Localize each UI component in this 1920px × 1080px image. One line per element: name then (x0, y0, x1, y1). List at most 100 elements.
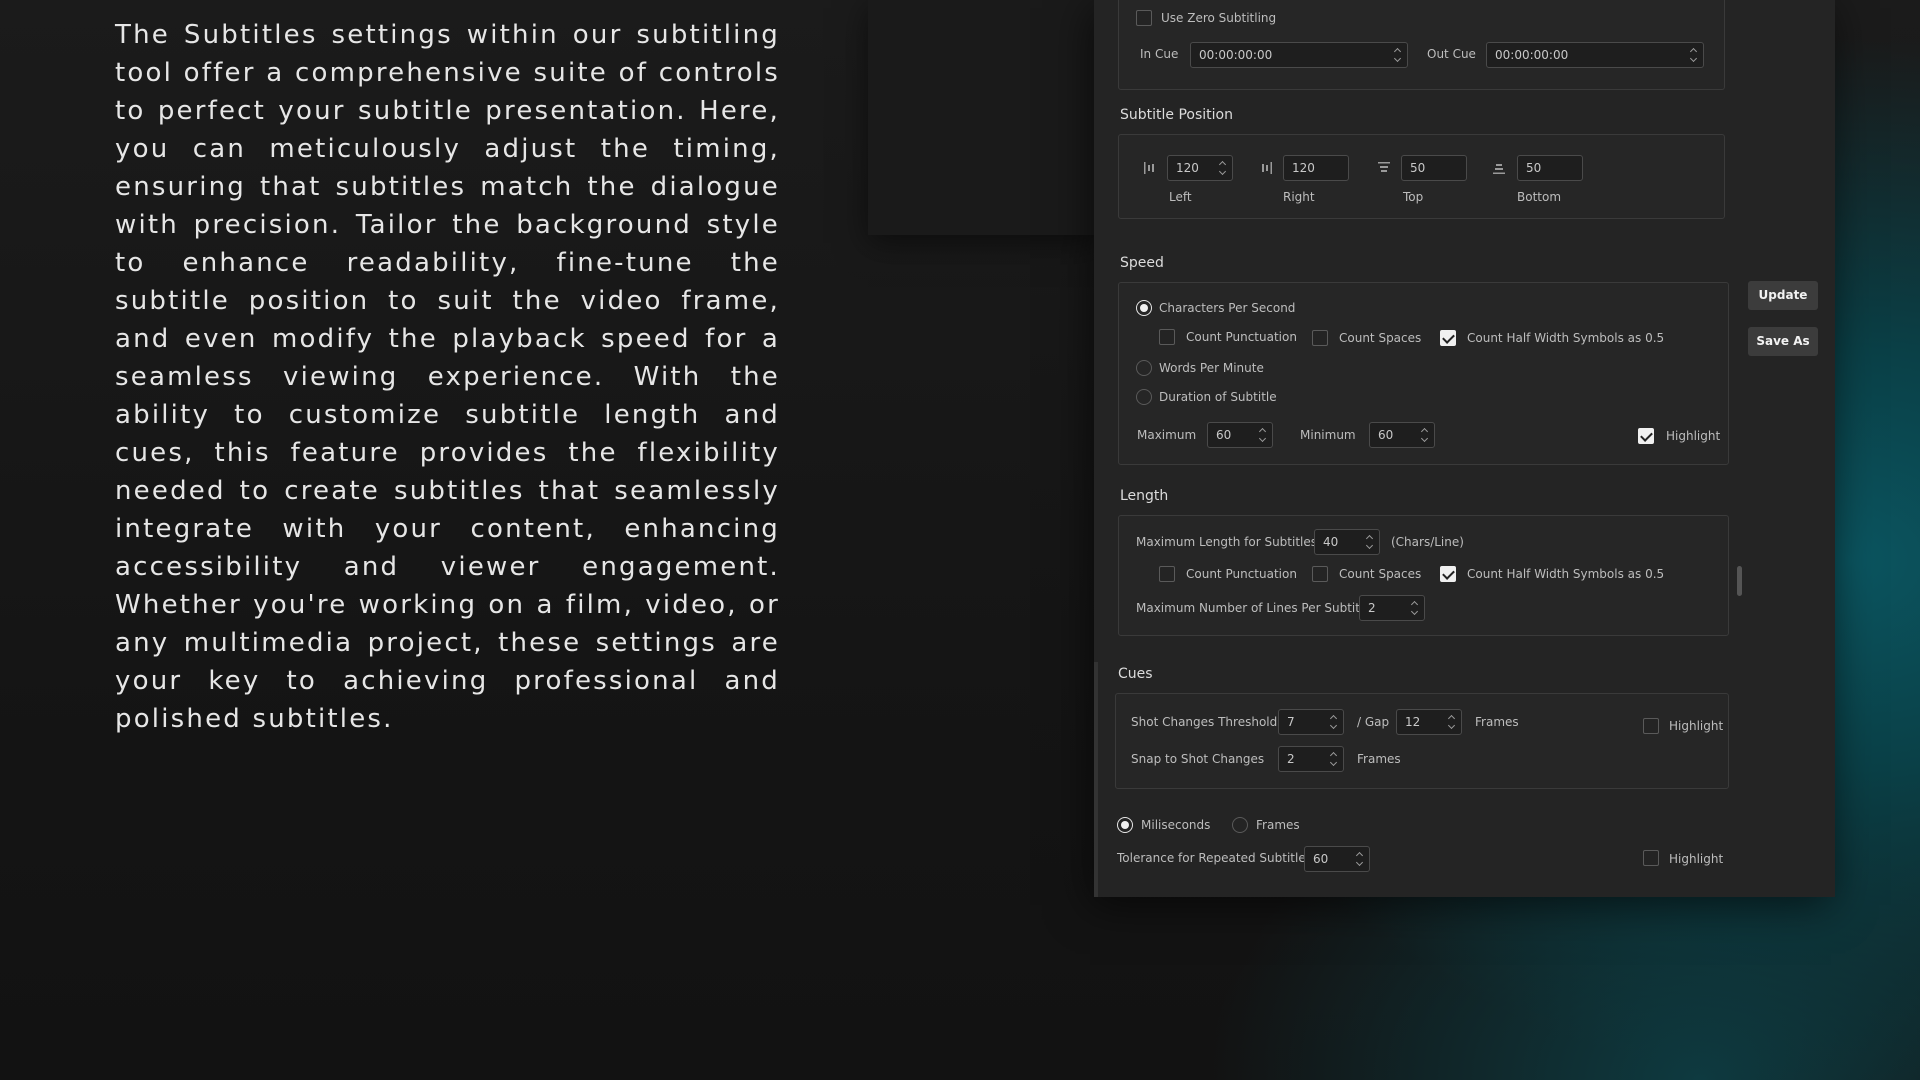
tolerance-highlight-label: Highlight (1669, 852, 1724, 866)
duration-label: Duration of Subtitle (1159, 390, 1277, 404)
speed-maximum-value: 60 (1216, 428, 1232, 442)
max-lines-label: Maximum Number of Lines Per Subtitle (1136, 601, 1371, 615)
max-lines-value: 2 (1368, 601, 1376, 615)
out-cue-input[interactable]: 00:00:00:00 (1486, 42, 1704, 68)
in-cue-value: 00:00:00:00 (1199, 48, 1273, 62)
out-cue-label: Out Cue (1427, 47, 1476, 61)
spinner-icon[interactable] (1448, 713, 1456, 731)
in-cue-input[interactable]: 00:00:00:00 (1190, 42, 1408, 68)
frames-radio[interactable] (1232, 817, 1248, 833)
align-bottom-icon (1493, 164, 1505, 174)
position-top-input[interactable]: 50 (1401, 155, 1467, 181)
max-lines-input[interactable]: 2 (1359, 595, 1425, 621)
wpm-radio[interactable] (1136, 360, 1152, 376)
out-cue-value: 00:00:00:00 (1495, 48, 1569, 62)
spinner-icon[interactable] (1421, 426, 1429, 444)
gap-label: / Gap (1357, 715, 1390, 729)
speed-minimum-input[interactable]: 60 (1369, 422, 1435, 448)
gap-input[interactable]: 12 (1396, 709, 1462, 735)
duration-radio[interactable] (1136, 389, 1152, 405)
tolerance-value: 60 (1313, 852, 1329, 866)
speed-minimum-value: 60 (1378, 428, 1394, 442)
speed-count-spaces-checkbox[interactable] (1312, 330, 1328, 346)
length-count-spaces-label: Count Spaces (1339, 567, 1422, 581)
tolerance-label: Tolerance for Repeated Subtitles (1117, 851, 1312, 865)
spinner-icon[interactable] (1690, 46, 1698, 64)
gap-frames-label: Frames (1475, 715, 1519, 729)
tolerance-input[interactable]: 60 (1304, 846, 1370, 872)
shot-threshold-value: 7 (1287, 715, 1295, 729)
save-as-button[interactable]: Save As (1748, 327, 1818, 356)
speed-maximum-input[interactable]: 60 (1207, 422, 1273, 448)
shot-threshold-input[interactable]: 7 (1278, 709, 1344, 735)
speed-maximum-label: Maximum (1137, 428, 1197, 442)
cues-highlight-checkbox[interactable] (1643, 718, 1659, 734)
feature-description: The Subtitles settings within our subtit… (115, 20, 780, 734)
spinner-icon[interactable] (1356, 850, 1364, 868)
spinner-icon[interactable] (1394, 46, 1402, 64)
panel-scrollbar[interactable] (1737, 566, 1742, 596)
position-top-value: 50 (1410, 161, 1426, 175)
speed-minimum-label: Minimum (1300, 428, 1356, 442)
snap-input[interactable]: 2 (1278, 746, 1344, 772)
position-top-label: Top (1403, 190, 1424, 204)
subtitle-position-title: Subtitle Position (1120, 107, 1233, 123)
wpm-label: Words Per Minute (1159, 361, 1264, 375)
align-top-icon (1378, 162, 1390, 172)
length-count-half-width-label: Count Half Width Symbols as 0.5 (1467, 567, 1665, 581)
position-left-input[interactable]: 120 (1167, 155, 1233, 181)
panel-edge (1094, 662, 1098, 897)
cps-radio[interactable] (1136, 300, 1152, 316)
snap-value: 2 (1287, 752, 1295, 766)
length-count-spaces-checkbox[interactable] (1312, 566, 1328, 582)
gap-value: 12 (1405, 715, 1421, 729)
milliseconds-radio[interactable] (1117, 817, 1133, 833)
align-right-icon (1262, 162, 1272, 174)
position-right-input[interactable]: 120 (1283, 155, 1349, 181)
spinner-icon[interactable] (1330, 713, 1338, 731)
length-count-half-width-checkbox[interactable] (1440, 566, 1456, 582)
position-left-value: 120 (1176, 161, 1199, 175)
speed-count-punctuation-label: Count Punctuation (1186, 330, 1297, 344)
speed-highlight-checkbox[interactable] (1638, 428, 1654, 444)
position-left-label: Left (1169, 190, 1192, 204)
tolerance-highlight-checkbox[interactable] (1643, 850, 1659, 866)
speed-count-half-width-checkbox[interactable] (1440, 330, 1456, 346)
position-bottom-input[interactable]: 50 (1517, 155, 1583, 181)
max-length-value: 40 (1323, 535, 1339, 549)
max-length-input[interactable]: 40 (1314, 529, 1380, 555)
position-bottom-label: Bottom (1517, 190, 1562, 204)
speed-count-punctuation-checkbox[interactable] (1159, 329, 1175, 345)
update-button[interactable]: Update (1748, 281, 1818, 310)
spinner-icon[interactable] (1259, 426, 1267, 444)
snap-frames-label: Frames (1357, 752, 1401, 766)
milliseconds-label: Miliseconds (1141, 818, 1211, 832)
length-count-punctuation-checkbox[interactable] (1159, 566, 1175, 582)
use-zero-subtitling-checkbox[interactable] (1136, 10, 1152, 26)
cps-label: Characters Per Second (1159, 301, 1296, 315)
length-count-punctuation-label: Count Punctuation (1186, 567, 1297, 581)
speed-title: Speed (1120, 255, 1164, 271)
align-left-icon (1144, 162, 1154, 174)
position-right-value: 120 (1292, 161, 1315, 175)
frames-radio-label: Frames (1256, 818, 1300, 832)
position-bottom-value: 50 (1526, 161, 1542, 175)
use-zero-subtitling-label: Use Zero Subtitling (1161, 11, 1277, 25)
speed-count-spaces-label: Count Spaces (1339, 331, 1422, 345)
cues-group (1115, 693, 1729, 789)
max-length-unit: (Chars/Line) (1391, 535, 1464, 549)
spinner-icon[interactable] (1411, 599, 1419, 617)
in-cue-label: In Cue (1140, 47, 1179, 61)
max-length-label: Maximum Length for Subtitles (1136, 535, 1318, 549)
position-right-label: Right (1283, 190, 1315, 204)
spinner-icon[interactable] (1219, 159, 1227, 177)
spinner-icon[interactable] (1330, 750, 1338, 768)
background-panel (868, 0, 1098, 235)
length-title: Length (1120, 488, 1169, 504)
snap-label: Snap to Shot Changes (1131, 752, 1265, 766)
speed-count-half-width-label: Count Half Width Symbols as 0.5 (1467, 331, 1665, 345)
shot-threshold-label: Shot Changes Threshold (1131, 715, 1278, 729)
cues-title: Cues (1118, 666, 1153, 682)
cues-highlight-label: Highlight (1669, 719, 1724, 733)
spinner-icon[interactable] (1366, 533, 1374, 551)
